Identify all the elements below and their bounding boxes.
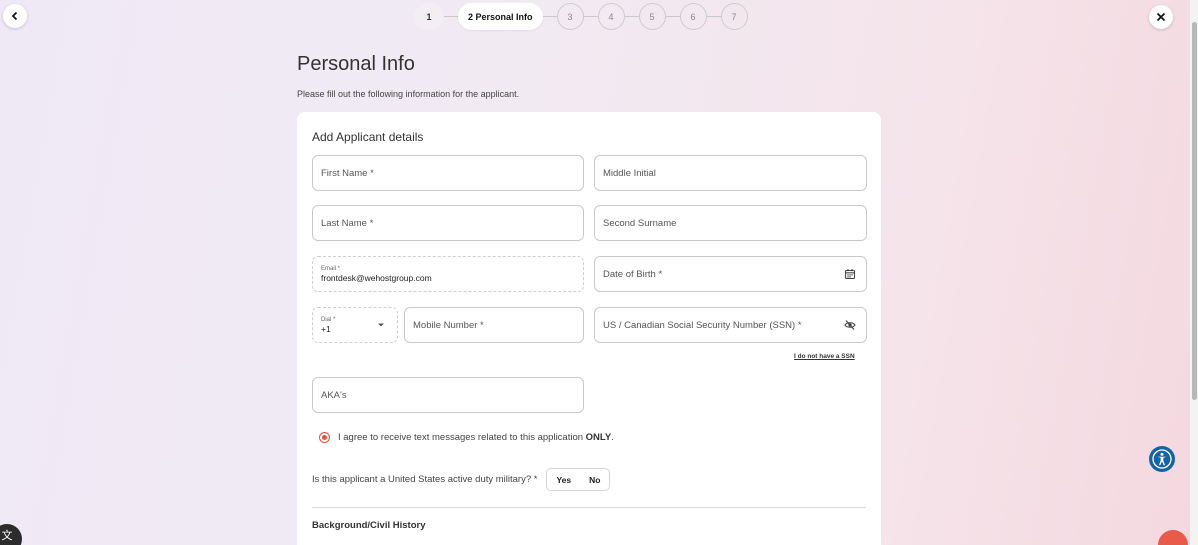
aka-field[interactable]: AKA's — [312, 377, 584, 413]
background-civil-history-title: Background/Civil History — [312, 520, 426, 531]
ssn-field[interactable]: US / Canadian Social Security Number (SS… — [594, 307, 867, 343]
accessibility-button[interactable] — [1149, 446, 1175, 472]
step-3: 3 — [556, 3, 584, 30]
card-title: Add Applicant details — [312, 130, 424, 144]
email-label: Email * — [321, 265, 341, 272]
second-surname-label: Second Surname — [603, 217, 677, 229]
middle-initial-field[interactable]: Middle Initial — [594, 155, 867, 191]
text-consent[interactable]: I agree to receive text messages related… — [319, 432, 614, 443]
last-name-label: Last Name * — [321, 217, 374, 229]
mobile-number-label: Mobile Number * — [413, 319, 484, 331]
scrollbar[interactable] — [1190, 0, 1198, 545]
dropdown-arrow-icon — [375, 319, 387, 331]
consent-text: I agree to receive text messages related… — [338, 432, 584, 443]
translate-button[interactable]: 文 — [0, 524, 22, 545]
step-4: 4 — [597, 3, 625, 30]
dial-value: +1 — [321, 323, 331, 334]
applicant-details-card: Add Applicant details First Name * Middl… — [297, 112, 881, 545]
accessibility-icon — [1152, 449, 1172, 469]
dial-code-select[interactable]: Dial * +1 — [312, 307, 398, 343]
military-question-text: Is this applicant a United States active… — [312, 474, 538, 485]
close-button[interactable] — [1149, 5, 1173, 29]
consent-end: . — [611, 432, 614, 443]
page-subtitle: Please fill out the following informatio… — [297, 89, 520, 99]
email-value: frontdesk@wehostgroup.com — [321, 272, 432, 283]
ssn-label: US / Canadian Social Security Number (SS… — [603, 319, 802, 331]
consent-emphasis: ONLY — [585, 432, 612, 443]
step-1[interactable]: 1 — [414, 3, 444, 30]
military-toggle: Yes No — [546, 468, 611, 491]
chevron-left-icon — [11, 11, 18, 21]
back-button[interactable] — [3, 4, 27, 28]
section-divider — [312, 507, 866, 508]
mobile-number-field[interactable]: Mobile Number * — [404, 307, 584, 343]
first-name-label: First Name * — [321, 167, 374, 179]
visibility-off-icon[interactable] — [844, 319, 856, 331]
date-of-birth-field[interactable]: Date of Birth * — [594, 256, 867, 292]
no-ssn-link[interactable]: I do not have a SSN — [794, 353, 855, 360]
progress-stepper: 1 2 Personal Info 3 4 5 6 7 — [414, 3, 748, 30]
translate-icon: 文 — [1, 530, 13, 542]
military-yes-button[interactable]: Yes — [547, 469, 580, 490]
military-no-button[interactable]: No — [580, 469, 609, 490]
step-2-personal-info[interactable]: 2 Personal Info — [458, 3, 543, 30]
dial-label: Dial * — [321, 316, 336, 323]
consent-radio[interactable] — [319, 432, 330, 443]
close-icon — [1156, 12, 1166, 22]
date-of-birth-label: Date of Birth * — [603, 268, 663, 280]
scrollbar-thumb[interactable] — [1192, 22, 1197, 400]
email-field[interactable]: Email * frontdesk@wehostgroup.com — [312, 256, 584, 292]
chat-button[interactable] — [1158, 530, 1188, 545]
last-name-field[interactable]: Last Name * — [312, 205, 584, 241]
calendar-icon[interactable] — [844, 268, 856, 280]
first-name-field[interactable]: First Name * — [312, 155, 584, 191]
step-7: 7 — [720, 3, 748, 30]
step-5: 5 — [638, 3, 666, 30]
aka-label: AKA's — [321, 389, 347, 401]
step-6: 6 — [679, 3, 707, 30]
military-question: Is this applicant a United States active… — [312, 468, 611, 491]
second-surname-field[interactable]: Second Surname — [594, 205, 867, 241]
middle-initial-label: Middle Initial — [603, 167, 656, 179]
page-title: Personal Info — [297, 53, 415, 75]
